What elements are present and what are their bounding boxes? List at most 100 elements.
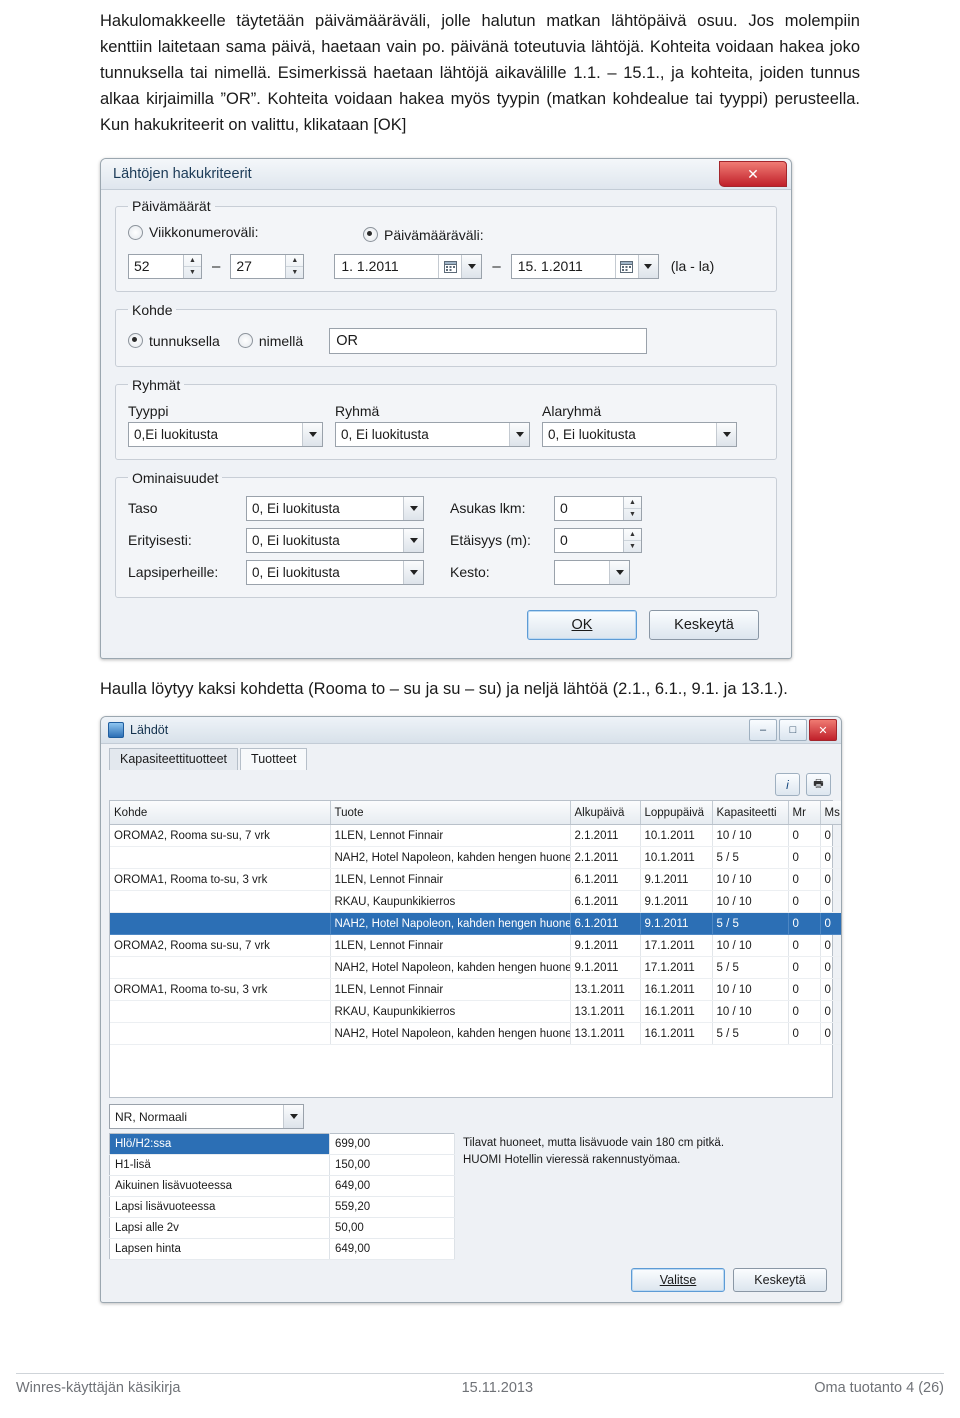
chevron-down-icon[interactable] (283, 1105, 303, 1129)
stepper-arrows-icon[interactable]: ▲ ▼ (183, 254, 201, 278)
chevron-down-icon[interactable] (637, 254, 658, 278)
specially-select[interactable]: 0, Ei luokitusta (246, 527, 424, 553)
document-page: Hakulomakkeelle täytetään päivämääräväli… (0, 0, 960, 1418)
price-row[interactable]: Lapsen hinta 649,00 (109, 1238, 455, 1261)
families-value: 0, Ei luokitusta (252, 564, 340, 580)
tab-kapasiteettituotteet[interactable]: Kapasiteettituotteet (109, 748, 239, 771)
table-row[interactable]: OROMA2, Rooma su-su, 7 vrk 1LEN, Lennot F… (110, 824, 841, 848)
week-to-stepper[interactable]: 27 ▲ ▼ (230, 253, 305, 279)
tab-tuotteet[interactable]: Tuotteet (240, 748, 308, 771)
group-select[interactable]: 0, Ei luokitusta (335, 421, 530, 447)
price-row[interactable]: Hlö/H2:ssa 699,00 (109, 1133, 455, 1156)
table-row[interactable]: NAH2, Hotel Napoleon, kahden hengen huon… (110, 846, 841, 870)
close-icon[interactable]: ✕ (719, 161, 787, 188)
print-icon[interactable]: 🖶 (806, 773, 831, 797)
type-select[interactable]: 0,Ei luokitusta (128, 421, 323, 447)
date-from-field[interactable]: 1. 1.2011 (334, 253, 483, 279)
type-value: 0,Ei luokitusta (134, 426, 219, 442)
intro-paragraph: Hakulomakkeelle täytetään päivämääräväli… (100, 12, 860, 135)
level-select[interactable]: 0, Ei luokitusta (246, 495, 424, 521)
chevron-down-icon[interactable] (403, 496, 423, 520)
chevron-down-icon[interactable] (403, 528, 423, 552)
table-row[interactable]: RKAU, Kaupunkikierros 13.1.2011 16.1.2011 1… (110, 1000, 841, 1024)
stepper-arrows-icon[interactable]: ▲ ▼ (285, 254, 304, 278)
chevron-down-icon[interactable] (609, 560, 629, 584)
table-cell: 0 (788, 934, 821, 958)
duration-select[interactable] (554, 559, 630, 585)
stepper-arrows-icon[interactable]: ▲ ▼ (623, 528, 641, 552)
table-cell: 16.1.2011 (640, 1022, 713, 1046)
maximize-icon[interactable]: □ (779, 719, 807, 742)
table-cell: 13.1.2011 (570, 1022, 641, 1046)
properties-group-legend: Ominaisuudet (132, 469, 219, 486)
departures-actions: Valitse Keskeytä (101, 1260, 841, 1302)
dialog-body: Päivämäärät Viikkonumeroväli: Päivämäärä… (101, 190, 791, 652)
price-label: Hlö/H2:ssa (109, 1133, 330, 1156)
column-header-mr[interactable]: Mr (788, 801, 821, 826)
price-row[interactable]: Aikuinen lisävuoteessa 649,00 (109, 1175, 455, 1198)
column-header-tuote[interactable]: Tuote (330, 801, 571, 826)
price-row[interactable]: H1-lisä 150,00 (109, 1154, 455, 1177)
price-info-line2: HUOMI Hotellin vieressä rakennustyömaa. (463, 1154, 681, 1167)
chevron-down-icon[interactable] (461, 254, 482, 278)
week-range-radio[interactable]: Viikkonumeroväli: (128, 224, 258, 240)
radio-dot-icon (128, 333, 143, 349)
radio-dot-icon (363, 227, 378, 243)
table-row[interactable]: OROMA1, Rooma to-su, 3 vrk 1LEN, Lennot F… (110, 978, 841, 1002)
cancel-button[interactable]: Keskeytä (649, 609, 759, 640)
distance-stepper[interactable]: 0 ▲ ▼ (554, 527, 642, 553)
week-from-stepper[interactable]: 52 ▲ ▼ (128, 253, 202, 279)
target-by-name-radio[interactable]: nimellä (237, 333, 303, 349)
chevron-down-icon[interactable] (509, 422, 529, 446)
price-type-select[interactable]: NR, Normaali (109, 1104, 304, 1130)
price-amount: 559,20 (329, 1196, 455, 1219)
select-button-label: Valitse (659, 1273, 697, 1288)
column-header-kapasiteetti[interactable]: Kapasiteetti (712, 801, 789, 826)
table-cell: 9.1.2011 (640, 890, 713, 914)
table-cell: 9.1.2011 (640, 868, 713, 892)
select-button[interactable]: Valitse (631, 1268, 725, 1293)
calendar-icon (614, 254, 638, 278)
table-cell (110, 846, 331, 870)
table-row[interactable]: OROMA1, Rooma to-su, 3 vrk 1LEN, Lennot F… (110, 868, 841, 892)
minimize-icon[interactable]: – (749, 719, 777, 742)
date-range-radio[interactable]: Päivämääräväli: (363, 227, 484, 243)
table-cell (110, 912, 331, 936)
stepper-arrows-icon[interactable]: ▲ ▼ (623, 496, 641, 520)
table-cell: 5 / 5 (712, 956, 789, 980)
target-by-code-radio[interactable]: tunnuksella (128, 333, 220, 349)
chevron-down-icon[interactable] (302, 422, 322, 446)
target-code-input[interactable]: OR (329, 327, 648, 354)
table-cell (110, 956, 331, 980)
chevron-down-icon[interactable] (716, 422, 736, 446)
table-row[interactable]: RKAU, Kaupunkikierros 6.1.2011 9.1.2011 10 … (110, 890, 841, 914)
close-icon[interactable]: ✕ (809, 719, 837, 742)
date-range-label: Päivämääräväli: (384, 226, 484, 243)
table-cell: OROMA2, Rooma su-su, 7 vrk (110, 824, 331, 848)
type-label: Tyyppi (128, 402, 169, 419)
residents-stepper[interactable]: 0 ▲ ▼ (554, 495, 642, 521)
column-header-kohde[interactable]: Kohde (110, 801, 331, 826)
subgroup-select[interactable]: 0, Ei luokitusta (542, 421, 737, 447)
date-to-field[interactable]: 15. 1.2011 (510, 253, 659, 279)
ok-button[interactable]: OK (527, 609, 637, 640)
table-cell: 9.1.2011 (570, 934, 641, 958)
families-select[interactable]: 0, Ei luokitusta (246, 559, 424, 585)
table-row[interactable]: NAH2, Hotel Napoleon, kahden hengen huon… (110, 1022, 841, 1046)
subgroup-label: Alaryhmä (542, 402, 602, 419)
column-header-ms[interactable]: Ms (820, 801, 841, 826)
cancel-button-2[interactable]: Keskeytä (733, 1268, 827, 1293)
price-row[interactable]: Lapsi alle 2v 50,00 (109, 1217, 455, 1240)
chevron-down-icon[interactable] (403, 560, 423, 584)
table-cell: 1LEN, Lennot Finnair (330, 978, 571, 1002)
table-row[interactable]: NAH2, Hotel Napoleon, kahden hengen huon… (110, 912, 841, 936)
price-label: Lapsen hinta (109, 1238, 330, 1261)
column-header-alkupaiva[interactable]: Alkupäivä (570, 801, 641, 826)
column-header-loppupaiva[interactable]: Loppupäivä (640, 801, 713, 826)
info-icon[interactable]: i (775, 773, 800, 797)
table-cell: 9.1.2011 (640, 912, 713, 936)
table-row[interactable]: OROMA2, Rooma su-su, 7 vrk 1LEN, Lennot F… (110, 934, 841, 958)
table-row[interactable]: NAH2, Hotel Napoleon, kahden hengen huon… (110, 956, 841, 980)
price-row[interactable]: Lapsi lisävuoteessa 559,20 (109, 1196, 455, 1219)
table-cell: 6.1.2011 (570, 912, 641, 936)
